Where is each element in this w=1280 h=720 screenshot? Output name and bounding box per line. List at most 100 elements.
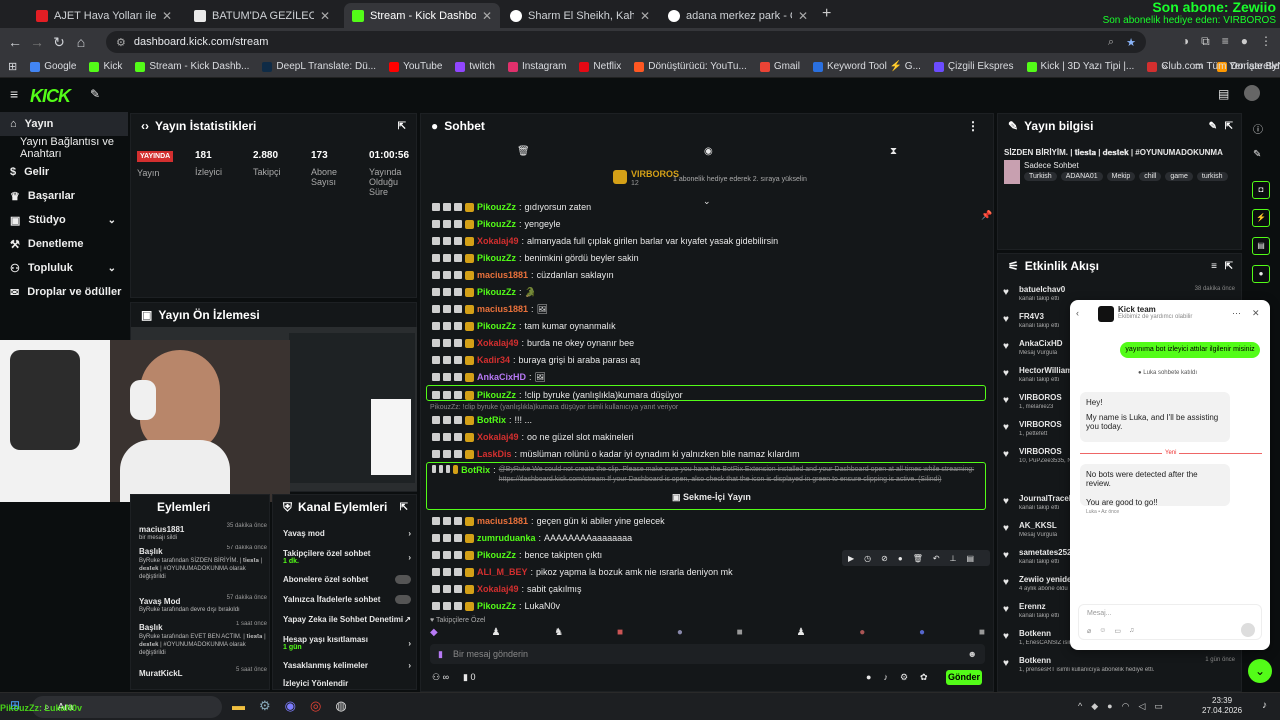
browser-tab[interactable]: Sharm El Sheikh, Kahire - Goog ✕ — [502, 3, 658, 28]
emote-icon[interactable]: ● — [859, 627, 865, 641]
chat-username[interactable]: macius1881 — [477, 270, 528, 280]
ban-icon[interactable] — [454, 568, 462, 576]
pin-icon[interactable]: ⊥ — [950, 554, 957, 563]
wifi-icon[interactable]: ◠ — [1122, 701, 1130, 712]
popout-icon[interactable]: ⇱ — [1225, 121, 1233, 132]
chat-username[interactable]: macius1881 — [477, 516, 528, 526]
chat-message[interactable]: Xokalaj49: oo ne güzel slot makineleri — [432, 430, 634, 444]
browser-tab[interactable]: adana merkez park - Google'da ✕ — [660, 3, 816, 28]
trash-icon[interactable] — [432, 433, 440, 441]
chat-username[interactable]: PikouzZz — [477, 601, 516, 611]
hourglass-icon[interactable] — [443, 203, 451, 211]
trash-icon[interactable] — [432, 288, 440, 296]
chat-message[interactable]: PikouzZz: bence takipten çıktı — [432, 548, 602, 562]
close-icon[interactable]: ✕ — [640, 9, 650, 23]
sidebar-item-denetleme[interactable]: ⚒ Denetleme — [0, 232, 128, 256]
hourglass-icon[interactable] — [443, 585, 451, 593]
quick-action-icon[interactable]: ◘ — [1252, 181, 1270, 199]
ban-icon[interactable] — [454, 585, 462, 593]
trash-icon[interactable] — [432, 305, 440, 313]
close-icon[interactable]: ✕ — [798, 9, 808, 23]
chat-message[interactable]: LaskDis: müslüman rolünü o kadar iyi oyna… — [432, 447, 800, 461]
mic-icon[interactable]: ♫ — [1129, 627, 1134, 635]
chat-message[interactable]: PikouzZz: gıdıyorsun zaten — [432, 200, 591, 214]
hourglass-icon[interactable] — [443, 602, 451, 610]
home-icon[interactable]: ⌂ — [70, 34, 92, 50]
emoji-icon[interactable]: ☻ — [968, 649, 977, 659]
zoom-icon[interactable]: ⌕ — [1108, 36, 1114, 49]
send-icon[interactable] — [1241, 623, 1255, 637]
more-bookmarks-icon[interactable]: » — [1162, 61, 1168, 72]
bell-icon[interactable]: ♪ — [883, 672, 888, 683]
chat-username[interactable]: PikouzZz — [477, 287, 516, 297]
bookmark[interactable]: Netflix — [579, 61, 621, 72]
chat-message[interactable]: Xokalaj49: burda ne okey oynanır bee — [432, 336, 634, 350]
emote-icon[interactable]: ◆ — [430, 627, 438, 641]
chat-username[interactable]: zumruduanka — [477, 533, 536, 543]
chat-username[interactable]: PikouzZz — [477, 253, 516, 263]
toggle-switch[interactable] — [395, 575, 411, 584]
sidebar-item-topluluk[interactable]: ⚇ Topluluk ⌄ — [0, 256, 128, 280]
menu-icon[interactable]: ⋮ — [1260, 34, 1272, 49]
emote-icon[interactable]: ● — [677, 627, 683, 641]
sidebar-item-yayin[interactable]: ⌂ Yayın — [0, 112, 128, 136]
url-input[interactable]: ⚙ dashboard.kick.com/stream ★ ⌕ — [106, 31, 1146, 53]
bookmark[interactable]: Kick | 3D Yazı Tipi |... — [1026, 61, 1134, 72]
hourglass-icon[interactable] — [443, 373, 451, 381]
more-options-icon[interactable]: ⋯ — [1232, 308, 1241, 319]
chat-bubble-icon[interactable]: ● — [1252, 265, 1270, 283]
trash-icon[interactable] — [432, 585, 440, 593]
hourglass-icon[interactable]: ⧗ — [890, 146, 897, 157]
pin-icon[interactable]: 📌 — [981, 210, 992, 221]
chat-username[interactable]: AnkaCixHD — [477, 372, 526, 382]
edit-icon[interactable]: ✎ — [1209, 121, 1217, 132]
scroll-down-button[interactable]: ⌄ — [1248, 659, 1272, 683]
popout-icon[interactable]: ⇱ — [398, 121, 406, 132]
chat-username[interactable]: PikouzZz — [477, 550, 516, 560]
channel-action-ai-moderation[interactable]: Yapay Zeka ile Sohbet Denetimi ↗ — [283, 615, 411, 635]
chat-message[interactable]: macius1881: geçen gün ki abiler yine gele… — [432, 514, 665, 528]
bookmark[interactable]: Keyword Tool ⚡ G... — [812, 61, 921, 72]
hourglass-icon[interactable] — [443, 288, 451, 296]
sidebar-item-studyo[interactable]: ▣ Stüdyo ⌄ — [0, 208, 128, 232]
emoji-icon[interactable]: ☺ — [1099, 627, 1106, 635]
ban-icon[interactable] — [454, 373, 462, 381]
tag[interactable]: ADANA01 — [1060, 172, 1103, 181]
volume-icon[interactable]: ◁ — [1138, 701, 1145, 712]
chat-message[interactable]: BotRix:!!! ... — [432, 413, 532, 427]
chat-username[interactable]: Xokalaj49 — [477, 432, 519, 442]
close-icon[interactable]: ✕ — [482, 9, 492, 23]
close-icon[interactable]: ✕ — [162, 9, 172, 23]
chat-settings-icon[interactable]: ● — [866, 672, 871, 683]
chevron-up-icon[interactable]: ^ — [1078, 701, 1082, 712]
ban-icon[interactable] — [454, 237, 462, 245]
close-icon[interactable]: ✕ — [1252, 308, 1260, 319]
chat-message[interactable]: PikouzZz: benimkini gördü beyler sakin — [432, 251, 639, 265]
clock[interactable]: 23:39 27.04.2026 — [1202, 696, 1242, 716]
tag[interactable]: chill — [1139, 172, 1162, 181]
channel-action-emotes-only[interactable]: Yalnızca İfadelerle sohbet — [283, 595, 411, 615]
ban-icon[interactable] — [454, 322, 462, 330]
hourglass-icon[interactable] — [443, 416, 451, 424]
trash-icon[interactable] — [432, 551, 440, 559]
browser-tab[interactable]: AJET Hava Yolları ile Prestij Hu ✕ — [28, 3, 180, 28]
bolt-icon[interactable]: ⚡ — [1252, 209, 1270, 227]
bookmark[interactable]: Kick — [89, 61, 122, 72]
chat-message[interactable]: PikouzZz: 🐊 — [432, 285, 536, 299]
steam-icon[interactable]: ⚙ — [259, 698, 271, 714]
channel-action-banned-words[interactable]: Yasaklanmış kelimeler › — [283, 661, 411, 679]
chat-username[interactable]: PikouzZz — [477, 321, 516, 331]
chat-username[interactable]: LaskDis — [477, 449, 512, 459]
hourglass-icon[interactable] — [443, 305, 451, 313]
ban-icon[interactable] — [454, 602, 462, 610]
profile-icon[interactable]: ● — [1241, 34, 1248, 49]
avatar[interactable] — [1244, 85, 1260, 101]
emote-icon[interactable]: ♟ — [491, 627, 500, 641]
bookmark[interactable]: twitch — [455, 61, 495, 72]
tag[interactable]: turkish — [1196, 172, 1228, 181]
trash-icon[interactable] — [432, 450, 440, 458]
obs-icon[interactable]: ◍ — [335, 698, 346, 714]
emote-icon[interactable]: ■ — [737, 627, 743, 641]
reload-icon[interactable]: ↻ — [48, 34, 70, 51]
popout-icon[interactable]: ⇱ — [400, 502, 408, 513]
